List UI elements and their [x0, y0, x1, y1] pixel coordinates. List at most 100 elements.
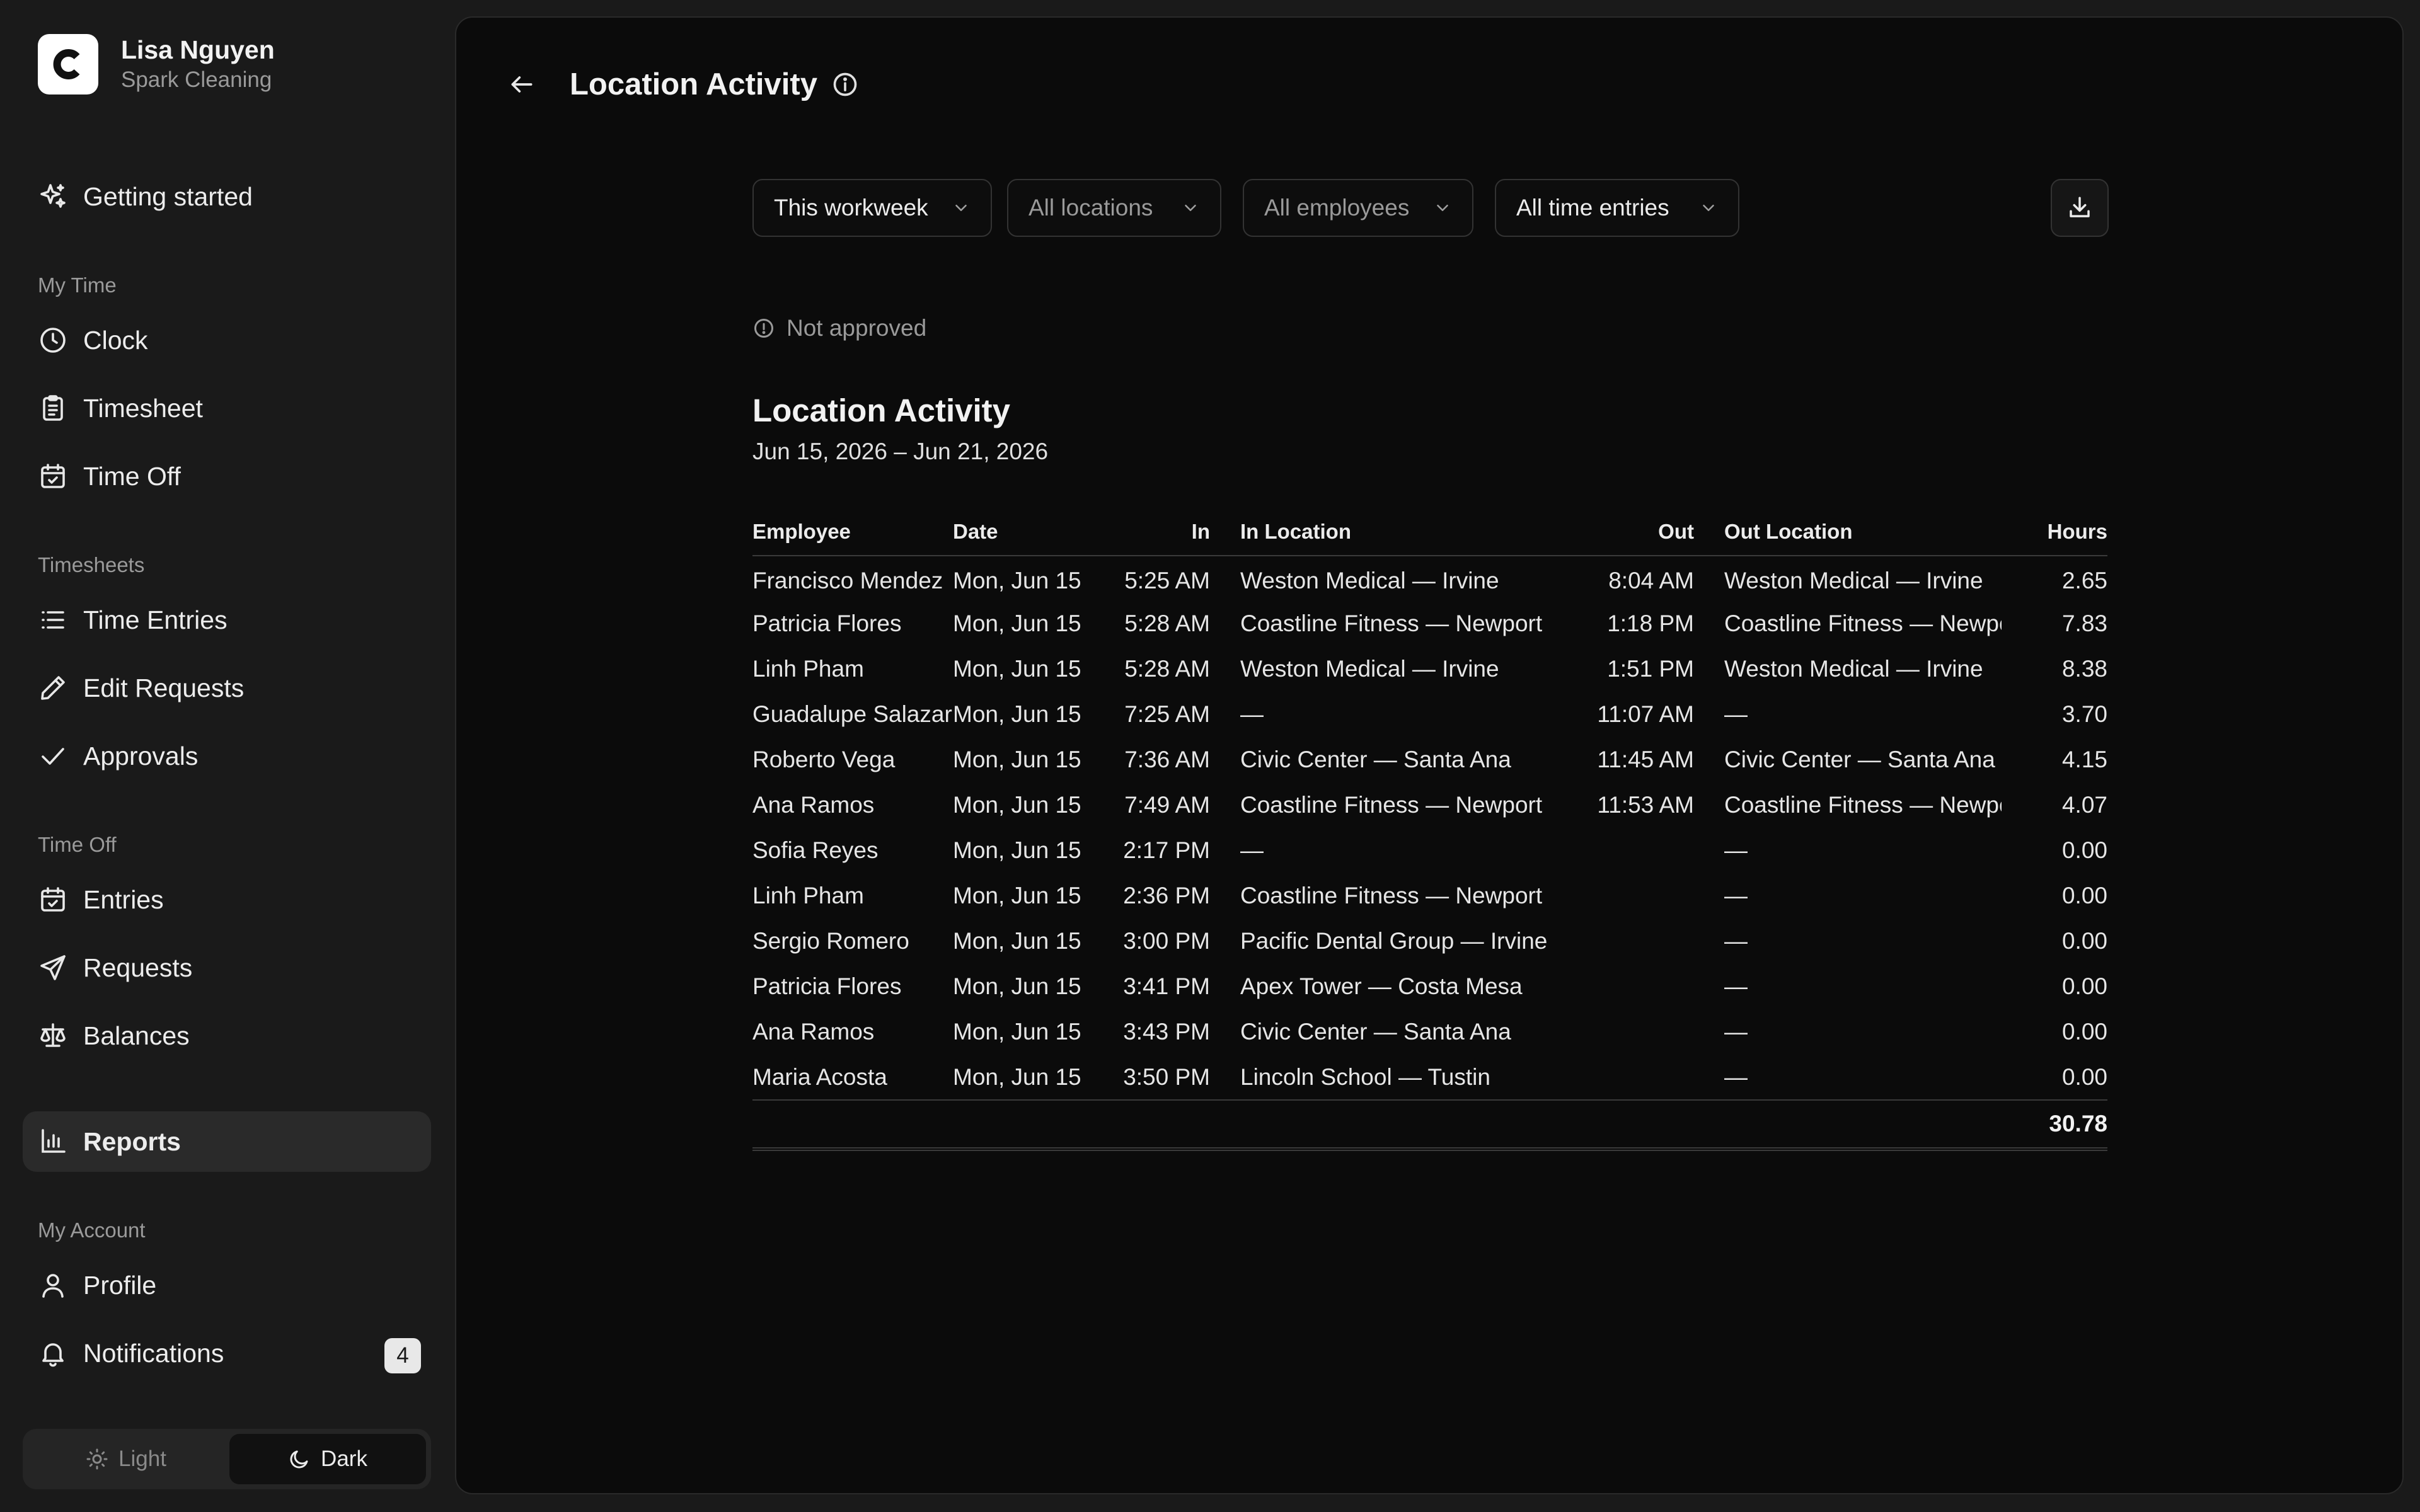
period-select[interactable]: This workweek [752, 179, 992, 237]
theme-dark-button[interactable]: Dark [229, 1434, 426, 1484]
nav-profile[interactable]: Profile [23, 1255, 431, 1315]
cell-spacer [1694, 1009, 1724, 1055]
nav-time-off[interactable]: Time Off [23, 446, 431, 507]
total-spacer [752, 1099, 2002, 1151]
nav-clock[interactable]: Clock [23, 310, 431, 370]
cell-spacer [1694, 737, 1724, 782]
cell-date: Mon, Jun 15 [953, 928, 1081, 954]
report-date-range: Jun 15, 2026 – Jun 21, 2026 [752, 438, 1049, 464]
nav-time-entries[interactable]: Time Entries [23, 590, 431, 650]
locations-select[interactable]: All locations [1007, 179, 1221, 237]
column-spacer [1210, 508, 1240, 556]
nav-approvals[interactable]: Approvals [23, 726, 431, 786]
send-icon [40, 955, 66, 980]
nav-entries[interactable]: Entries [23, 869, 431, 930]
cell-out: 1:18 PM [1607, 610, 1694, 636]
cell-spacer [1210, 1055, 1240, 1100]
nav-label: Clock [83, 325, 148, 355]
page-title: Location Activity [570, 67, 817, 101]
table-row: Francisco Mendez Mon, Jun 15 5:25 AM Weston… [752, 556, 2107, 601]
time-entries-select-value: All time entries [1516, 195, 1669, 220]
table-row: Patricia Flores Mon, Jun 15 3:41 PM Apex To… [752, 964, 2107, 1009]
cell-out [1568, 873, 1694, 919]
nav-label: Entries [83, 885, 164, 914]
cell-spacer [1210, 782, 1240, 828]
cell-in: 5:28 AM [1124, 656, 1210, 682]
account-switcher[interactable]: Lisa Nguyen Spark Cleaning [38, 34, 275, 94]
cell-in: 2:36 PM [1123, 883, 1210, 908]
nav-label: Edit Requests [83, 673, 245, 702]
cell-in-location: Weston Medical — Irvine [1240, 567, 1499, 593]
cell-spacer [1694, 601, 1724, 646]
nav-label: Approvals [83, 741, 199, 770]
section-time-off: Time Off [38, 833, 117, 856]
cell-out-location: Coastline Fitness — Newport [1724, 610, 2002, 636]
cell-out [1568, 1055, 1694, 1100]
cell-out-location: — [1724, 837, 1748, 863]
cell-spacer [1694, 556, 1724, 601]
nav-balances[interactable]: Balances [23, 1005, 431, 1066]
table-row: Sofia Reyes Mon, Jun 15 2:17 PM — — 0.00 [752, 828, 2107, 873]
cell-hours: 3.70 [2061, 701, 2107, 727]
cell-in-location: Lincoln School — Tustin [1240, 1063, 1490, 1090]
nav-timesheet[interactable]: Timesheet [23, 378, 431, 438]
nav-requests[interactable]: Requests [23, 937, 431, 998]
column-header-hours: Hours [2002, 508, 2107, 556]
table-row: Maria Acosta Mon, Jun 15 3:50 PM Lincoln Sc… [752, 1055, 2107, 1100]
cell-in-location: Civic Center — Santa Ana [1240, 1019, 1511, 1045]
nav-reports[interactable]: Reports [23, 1111, 431, 1172]
cell-date: Mon, Jun 15 [953, 837, 1081, 863]
cell-hours: 4.07 [2061, 792, 2107, 818]
cell-spacer [1210, 737, 1240, 782]
theme-light-button[interactable]: Light [28, 1434, 224, 1484]
account-name: Lisa Nguyen [121, 35, 275, 64]
account-text: Lisa Nguyen Spark Cleaning [121, 34, 275, 94]
back-button[interactable] [502, 64, 542, 105]
cell-spacer [1210, 873, 1240, 919]
cell-employee: Patricia Flores [752, 610, 902, 636]
cell-out-location: — [1724, 1019, 1748, 1045]
nav-edit-requests[interactable]: Edit Requests [23, 658, 431, 718]
cell-in-location: Coastline Fitness — Newport [1240, 792, 1543, 818]
pencil-icon [41, 676, 65, 700]
nav-notifications[interactable]: Notifications 4 [23, 1323, 431, 1383]
cell-hours: 4.15 [2061, 747, 2107, 772]
nav-label: Getting started [83, 181, 253, 211]
column-header-out: Out [1568, 508, 1694, 556]
cell-employee: Ana Ramos [752, 792, 875, 818]
cell-out [1568, 964, 1694, 1009]
cell-out-location: Civic Center — Santa Ana [1724, 747, 1995, 772]
cell-out-location: — [1724, 973, 1748, 999]
cell-hours: 0.00 [2061, 973, 2107, 999]
bell-icon [42, 1343, 64, 1367]
employees-select[interactable]: All employees [1243, 179, 1473, 237]
clock-icon [40, 328, 66, 353]
calendar-check-icon [41, 887, 65, 912]
nav-getting-started[interactable]: Getting started [23, 166, 431, 227]
cell-spacer [1694, 782, 1724, 828]
cell-in-location: Pacific Dental Group — Irvine [1240, 928, 1548, 954]
time-entries-select[interactable]: All time entries [1495, 179, 1739, 237]
cell-out: 11:53 AM [1597, 792, 1694, 818]
period-select-value: This workweek [774, 195, 928, 220]
cell-out-location: — [1724, 701, 1748, 727]
info-icon[interactable] [831, 71, 859, 98]
logo-c-icon [53, 49, 80, 79]
column-header-date: Date [953, 508, 1088, 556]
sun-icon [86, 1448, 108, 1470]
list-icon [42, 611, 64, 629]
cell-out [1568, 919, 1694, 964]
nav-label: Time Off [83, 461, 181, 491]
cell-employee: Ana Ramos [752, 1019, 875, 1045]
table-row: Ana Ramos Mon, Jun 15 7:49 AM Coastline Fit… [752, 782, 2107, 828]
download-button[interactable] [2051, 179, 2109, 237]
cell-spacer [1210, 646, 1240, 692]
employees-select-value: All employees [1264, 195, 1410, 220]
cell-in-location: Weston Medical — Irvine [1240, 656, 1499, 682]
table-header-row: Employee Date In In Location Out Out Loc… [752, 508, 2107, 556]
report-title: Location Activity [752, 392, 1010, 428]
cell-date: Mon, Jun 15 [953, 973, 1081, 999]
cell-spacer [1694, 919, 1724, 964]
cell-employee: Maria Acosta [752, 1063, 887, 1090]
cell-employee: Roberto Vega [752, 747, 896, 772]
